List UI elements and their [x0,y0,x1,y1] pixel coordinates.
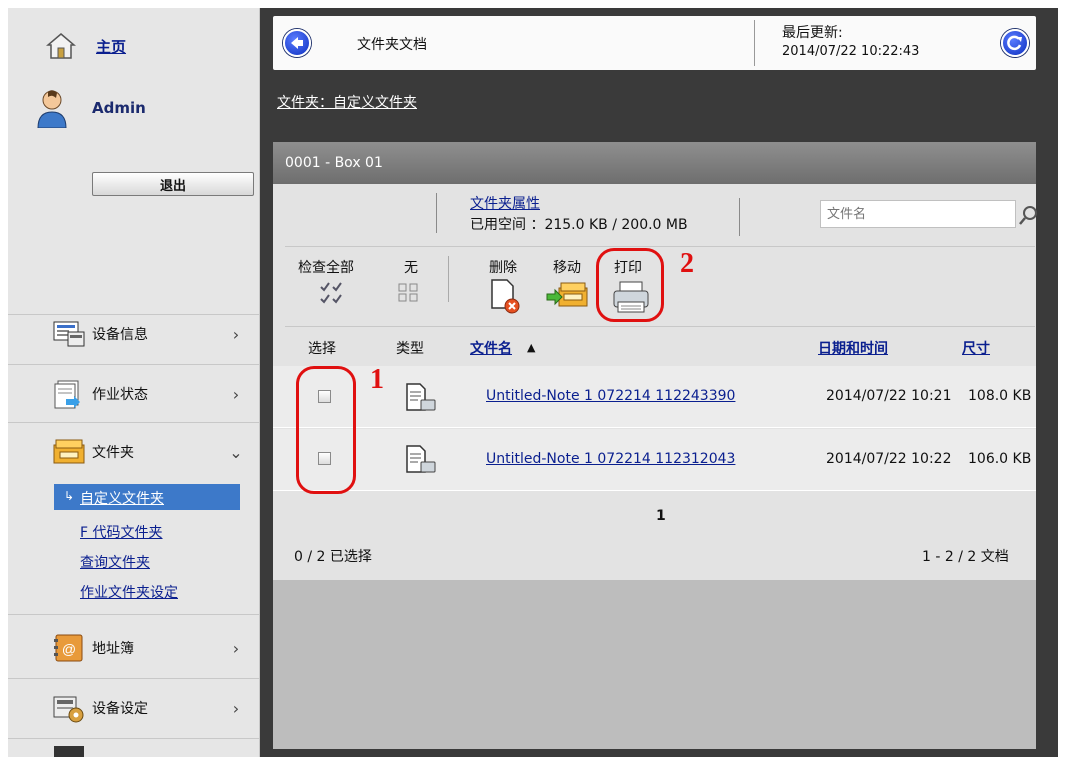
sidebar-item-label: 地址簿 [92,641,134,657]
subitem-job-box-settings[interactable]: 作业文件夹设定 [80,582,178,602]
file-date: 2014/07/22 10:22 [826,451,952,467]
selected-count: 0 / 2 已选择 [294,549,372,565]
divider [448,256,449,302]
file-date: 2014/07/22 10:21 [826,388,952,404]
device-info-icon [52,319,86,349]
divider [285,326,1035,327]
uncheck-all-icon[interactable] [396,282,422,304]
sidebar-item-label: 设备信息 [92,327,148,343]
user-row: Admin [8,86,260,130]
check-all-icon[interactable] [319,280,345,304]
chevron-right-icon: › [232,384,240,404]
column-header-size[interactable]: 尺寸 [962,338,990,358]
document-icon [404,382,438,414]
function-settings-icon [54,746,84,757]
file-size: 106.0 KB [968,451,1032,467]
device-settings-icon [52,693,86,723]
column-header-type: 类型 [396,341,424,357]
home-row[interactable]: 主页 [8,26,260,66]
chevron-down-icon: ⌄ [229,442,243,462]
svg-text:@: @ [62,641,76,657]
divider [8,738,260,739]
filename-search-input[interactable] [820,200,1016,228]
annotation-ring-checkboxes [296,366,356,494]
sidebar-item-label: 作业状态 [92,387,148,403]
chevron-right-icon: › [232,638,240,658]
address-book-icon: @ [52,633,86,663]
delete-icon[interactable] [489,278,523,314]
page-title: 文件夹文档 [357,37,427,53]
back-arrow-icon[interactable] [283,29,311,57]
document-range: 1 - 2 / 2 文档 [922,549,1009,565]
search-icon[interactable] [1018,204,1040,226]
file-size: 108.0 KB [968,388,1032,404]
last-update-label: 最后更新: [782,25,843,41]
sidebar-item-device-settings[interactable]: 设备设定 › [8,680,260,736]
file-link[interactable]: Untitled-Note 1 072214 112312043 [486,451,735,467]
column-header-select: 选择 [308,341,336,357]
check-all-label: 检查全部 [298,260,354,276]
subitem-polling-box[interactable]: 查询文件夹 [80,552,150,572]
document-icon [404,444,438,476]
logout-button[interactable]: 退出 [92,172,254,196]
move-label: 移动 [553,260,581,276]
panel-background [273,580,1036,749]
subitem-fcode-box[interactable]: F 代码文件夹 [80,522,163,542]
sidebar-item-job-status[interactable]: 作业状态 › [8,366,260,422]
last-update-value: 2014/07/22 10:22:43 [782,44,920,59]
file-link[interactable]: Untitled-Note 1 072214 112243390 [486,388,735,404]
sidebar-item-label: 文件夹 [92,445,134,461]
annotation-ring-print [596,248,664,322]
annotation-number: 2 [680,248,694,279]
divider [8,364,260,365]
divider [754,20,755,66]
none-label: 无 [404,260,418,276]
top-bar: 文件夹文档 最后更新: 2014/07/22 10:22:43 [273,16,1036,70]
divider [8,422,260,423]
delete-label: 删除 [489,260,517,276]
folder-properties-link[interactable]: 文件夹属性 [470,193,540,213]
sort-ascending-icon: ▲ [527,341,536,354]
divider [436,193,437,233]
breadcrumb[interactable]: 文件夹：自定义文件夹 [277,92,417,112]
move-icon[interactable] [545,280,589,312]
column-header-datetime[interactable]: 日期和时间 [818,338,888,358]
user-name: Admin [92,99,146,117]
home-icon [45,31,77,61]
divider [739,198,740,236]
annotation-number: 1 [370,364,384,395]
sidebar: 主页 Admin 退出 设备信息 › 作业状态 › 文件夹 ⌄ ↳ 自定义文件夹… [8,8,260,757]
sidebar-item-address-book[interactable]: @ 地址簿 › [8,620,260,676]
user-avatar-icon [34,88,70,129]
sidebar-item-device-info[interactable]: 设备信息 › [8,306,260,362]
box-header: 0001 - Box 01 [273,142,1036,184]
divider [285,246,1035,247]
column-header-filename[interactable]: 文件名 [470,338,512,358]
chevron-right-icon: › [232,698,240,718]
used-space-text: 已用空间 ：215.0 KB / 200.0 MB [470,217,688,233]
chevron-right-icon: › [232,324,240,344]
divider [8,614,260,615]
subitem-custom-box[interactable]: 自定义文件夹 [80,488,164,508]
sidebar-item-folder[interactable]: 文件夹 ⌄ [8,424,260,480]
sidebar-item-label: 设备设定 [92,701,148,717]
sub-arrow-icon: ↳ [64,489,75,503]
folder-icon [52,437,86,467]
page-number[interactable]: 1 [656,508,666,524]
home-link[interactable]: 主页 [96,36,126,57]
job-status-icon [52,379,86,409]
divider [8,678,260,679]
refresh-icon[interactable] [1001,29,1029,57]
